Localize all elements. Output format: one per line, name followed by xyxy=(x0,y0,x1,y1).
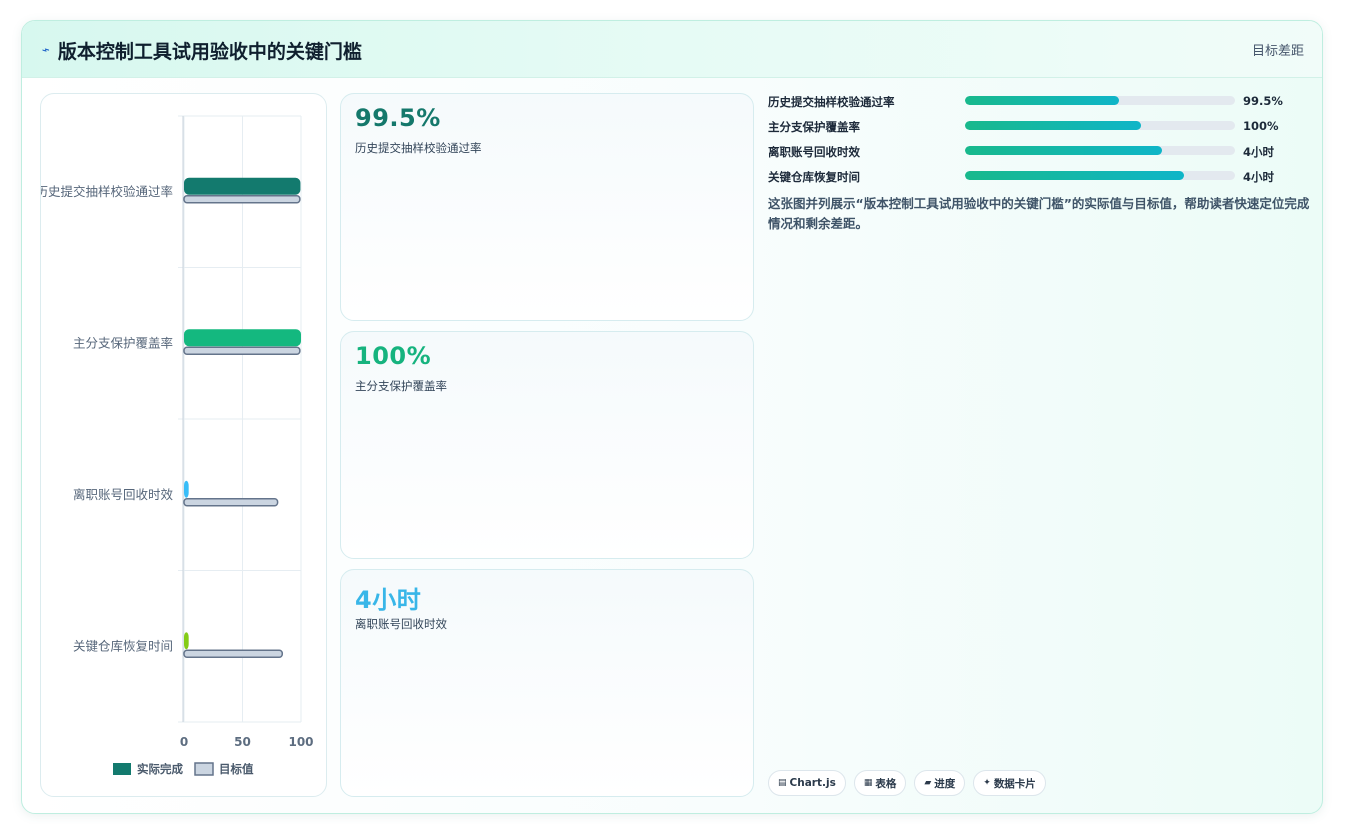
kpi-card: 99.5% 历史提交抽样校验通过率 xyxy=(340,93,754,321)
bar-actual xyxy=(184,329,301,347)
y-tick-label: 关键仓库恢复时间 xyxy=(73,638,173,653)
legend-swatch-actual xyxy=(113,763,131,775)
bar-target xyxy=(183,195,301,204)
tag-chartjs[interactable]: ▤ Chart.js xyxy=(768,770,846,796)
progress-track xyxy=(965,171,1235,180)
bar-actual xyxy=(184,177,301,195)
kpi-card: 100% 主分支保护覆盖率 xyxy=(340,331,754,559)
progress-value: 100% xyxy=(1243,119,1279,133)
tag-progress[interactable]: ▰ 进度 xyxy=(914,770,966,796)
progress-fill xyxy=(965,121,1141,130)
table-icon: ▦ xyxy=(863,778,873,788)
progress-row: 主分支保护覆盖率 100% xyxy=(768,118,1308,143)
tag-label: 进度 xyxy=(934,777,956,790)
progress-fill xyxy=(965,171,1184,180)
tag-list: ▤ Chart.js ▦ 表格 ▰ 进度 ✦ 数据卡片 xyxy=(768,770,1046,796)
tag-table[interactable]: ▦ 表格 xyxy=(853,770,907,796)
progress-list: 历史提交抽样校验通过率 99.5% 主分支保护覆盖率 100% 离职账号回收时效… xyxy=(768,93,1308,193)
header-subtitle: 目标差距 xyxy=(1251,44,1304,59)
tag-label: 数据卡片 xyxy=(993,777,1036,790)
x-tick-label: 100 xyxy=(288,735,313,749)
progress-row: 离职账号回收时效 4小时 xyxy=(768,143,1308,168)
y-tick-label: 历史提交抽样校验通过率 xyxy=(41,184,173,199)
progress-label: 关键仓库恢复时间 xyxy=(768,170,860,184)
kpi-label: 主分支保护覆盖率 xyxy=(355,379,447,393)
progress-row: 关键仓库恢复时间 4小时 xyxy=(768,168,1308,193)
progress-value: 4小时 xyxy=(1243,170,1275,184)
progress-track xyxy=(965,121,1235,130)
progress-icon: ▰ xyxy=(924,778,932,788)
progress-row: 历史提交抽样校验通过率 99.5% xyxy=(768,93,1308,118)
tag-data-cards[interactable]: ✦ 数据卡片 xyxy=(973,770,1046,796)
kpi-card: 4小时 离职账号回收时效 xyxy=(340,569,754,797)
kpi-value: 100% xyxy=(355,342,432,370)
progress-fill xyxy=(965,96,1119,105)
kpi-label: 离职账号回收时效 xyxy=(355,617,447,631)
progress-value: 4小时 xyxy=(1243,145,1275,159)
bar-target xyxy=(183,649,284,658)
y-tick-label: 离职账号回收时效 xyxy=(73,487,174,502)
legend-label: 目标值 xyxy=(219,762,254,776)
legend-swatch-target xyxy=(194,762,214,776)
bar-chart: 历史提交抽样校验通过率主分支保护覆盖率离职账号回收时效关键仓库恢复时间 0 50 10… xyxy=(41,115,314,776)
progress-label: 历史提交抽样校验通过率 xyxy=(768,95,895,109)
card-header: ⌁ 版本控制工具试用验收中的关键门槛 目标差距 xyxy=(22,21,1322,78)
chart-description: 这张图并列展示“版本控制工具试用验收中的关键门槛”的实际值与目标值，帮助读者快速… xyxy=(768,196,1310,231)
progress-track xyxy=(965,96,1235,105)
progress-label: 离职账号回收时效 xyxy=(768,145,860,159)
chart-icon: ▤ xyxy=(778,778,787,788)
sparkle-icon: ✦ xyxy=(983,778,991,788)
tag-label: 表格 xyxy=(875,777,897,790)
progress-label: 主分支保护覆盖率 xyxy=(768,120,860,134)
dashboard-card: ⌁ 版本控制工具试用验收中的关键门槛 目标差距 历史提交抽样校验通过率 主分支保护… xyxy=(21,20,1323,814)
bar-target xyxy=(183,346,301,355)
bar-actual xyxy=(184,480,189,498)
progress-fill xyxy=(965,146,1163,155)
tag-label: Chart.js xyxy=(789,777,836,789)
legend-label: 实际完成 xyxy=(137,762,183,776)
bar-actual xyxy=(184,632,189,650)
lightning-icon: ⌁ xyxy=(40,42,52,59)
kpi-value: 4小时 xyxy=(355,586,422,614)
chart-panel: 历史提交抽样校验通过率主分支保护覆盖率 离职账号回收时效 关键仓库恢复时间 0 50 10… xyxy=(40,93,327,797)
x-tick-label: 50 xyxy=(234,735,251,749)
kpi-label: 历史提交抽样校验通过率 xyxy=(355,141,482,155)
bar-target xyxy=(183,498,279,507)
progress-value: 99.5% xyxy=(1243,94,1283,108)
x-tick-label: 0 xyxy=(180,735,188,749)
page-title: 版本控制工具试用验收中的关键门槛 xyxy=(57,41,362,63)
progress-track xyxy=(965,146,1235,155)
y-tick-label: 主分支保护覆盖率 xyxy=(73,335,173,350)
kpi-value: 99.5% xyxy=(355,104,441,132)
title-wrap: ⌁ 版本控制工具试用验收中的关键门槛 xyxy=(40,37,362,64)
